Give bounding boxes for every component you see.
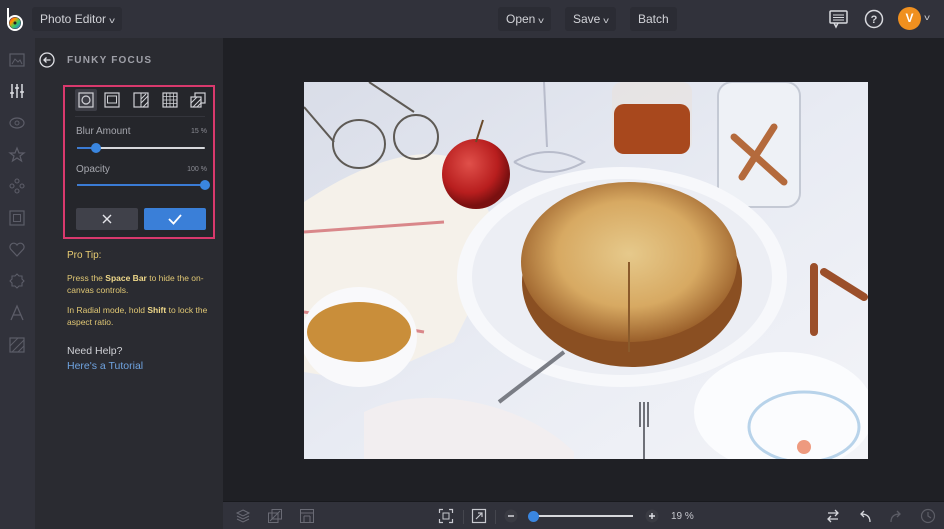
tip-keyword: Space Bar <box>105 273 147 283</box>
focus-mode-selector <box>75 89 206 113</box>
chat-icon[interactable] <box>828 8 850 30</box>
chevron-down-icon: v <box>538 16 545 25</box>
undo-icon[interactable] <box>857 508 873 524</box>
zoom-slider[interactable] <box>527 511 633 522</box>
tool-rail <box>0 38 35 529</box>
half-mode-icon[interactable] <box>130 89 152 111</box>
open-button[interactable]: Open v <box>498 7 552 31</box>
batch-button[interactable]: Batch <box>630 7 677 31</box>
layered-mode-icon[interactable] <box>187 89 209 111</box>
top-bar: Photo Editor v Open v Save v Batch ? V v <box>0 0 944 38</box>
star-icon[interactable] <box>6 144 28 166</box>
slider-handle[interactable] <box>200 180 210 190</box>
tip-keyword: Shift <box>147 305 167 315</box>
user-avatar[interactable]: V <box>898 7 921 30</box>
tip-text: Press the <box>67 273 106 283</box>
slider-handle[interactable] <box>527 511 539 522</box>
chevron-down-icon[interactable]: v <box>924 13 930 22</box>
slider-handle[interactable] <box>91 143 102 153</box>
open-label: Open <box>506 12 536 26</box>
layers-icon[interactable] <box>235 508 251 524</box>
close-icon <box>102 214 112 224</box>
image-icon[interactable] <box>6 49 28 71</box>
blur-amount-slider[interactable] <box>77 142 205 154</box>
funky-focus-controls: Blur Amount 15 % Opacity 100 % <box>63 85 215 239</box>
history-icon[interactable] <box>920 508 936 524</box>
heart-icon[interactable] <box>6 238 28 260</box>
cancel-button[interactable] <box>76 208 138 230</box>
layout-icon[interactable] <box>299 508 315 524</box>
checkmark-icon <box>168 214 182 225</box>
app-menu-button[interactable]: Photo Editor v <box>32 7 123 31</box>
canvas-area <box>223 38 944 501</box>
opacity-slider[interactable] <box>77 179 210 191</box>
help-icon[interactable]: ? <box>863 8 885 30</box>
text-icon[interactable] <box>6 302 28 324</box>
slider-fill <box>77 184 205 186</box>
flower-icon[interactable] <box>6 175 28 197</box>
sliders-icon[interactable] <box>6 80 28 102</box>
chevron-down-icon: v <box>109 16 115 25</box>
actual-size-icon[interactable] <box>471 508 487 524</box>
radial-mode-icon[interactable] <box>75 89 97 111</box>
pro-tip-space-bar: Press the Space Bar to hide the on-canva… <box>67 272 217 296</box>
opacity-label: Opacity <box>76 164 110 175</box>
zoom-level: 19 % <box>671 511 694 522</box>
need-help-title: Need Help? <box>67 345 123 357</box>
tutorial-link[interactable]: Here's a Tutorial <box>67 360 143 372</box>
zoom-in-icon[interactable] <box>644 508 660 524</box>
redo-icon[interactable] <box>888 508 904 524</box>
apply-button[interactable] <box>144 208 206 230</box>
zoom-out-icon[interactable] <box>503 508 519 524</box>
swap-icon[interactable] <box>825 508 841 524</box>
slider-track <box>531 515 633 517</box>
app-menu-label: Photo Editor <box>40 12 107 26</box>
pro-tip-title: Pro Tip: <box>67 250 102 261</box>
blur-amount-value: 15 % <box>191 128 207 135</box>
save-button[interactable]: Save v <box>565 7 617 31</box>
back-arrow-icon[interactable] <box>39 52 55 68</box>
opacity-value: 100 % <box>187 166 207 173</box>
save-label: Save <box>573 12 601 26</box>
fit-to-screen-icon[interactable] <box>438 508 454 524</box>
grid-mode-icon[interactable] <box>159 89 181 111</box>
photo-canvas[interactable] <box>304 82 868 459</box>
tip-text: In Radial mode, hold <box>67 305 148 315</box>
panel-title: FUNKY FOCUS <box>67 55 153 66</box>
eye-icon[interactable] <box>6 112 28 134</box>
pro-tip-shift: In Radial mode, hold Shift to lock the a… <box>67 304 217 328</box>
batch-label: Batch <box>638 12 669 26</box>
funky-focus-panel: FUNKY FOCUS Blur Amount 15 % Opacity 100… <box>35 38 223 529</box>
rectangle-mode-icon[interactable] <box>101 89 123 111</box>
divider <box>463 510 464 524</box>
photo-image <box>304 82 868 459</box>
svg-text:?: ? <box>871 14 878 26</box>
badge-icon[interactable] <box>6 270 28 292</box>
blur-amount-label: Blur Amount <box>76 126 131 137</box>
compare-icon[interactable] <box>267 508 283 524</box>
bottom-toolbar: 19 % <box>223 501 944 529</box>
befunky-logo-icon[interactable] <box>4 6 26 32</box>
chevron-down-icon: v <box>603 16 610 25</box>
frame-icon[interactable] <box>6 207 28 229</box>
divider <box>75 116 205 117</box>
divider <box>495 510 496 524</box>
texture-icon[interactable] <box>6 334 28 356</box>
